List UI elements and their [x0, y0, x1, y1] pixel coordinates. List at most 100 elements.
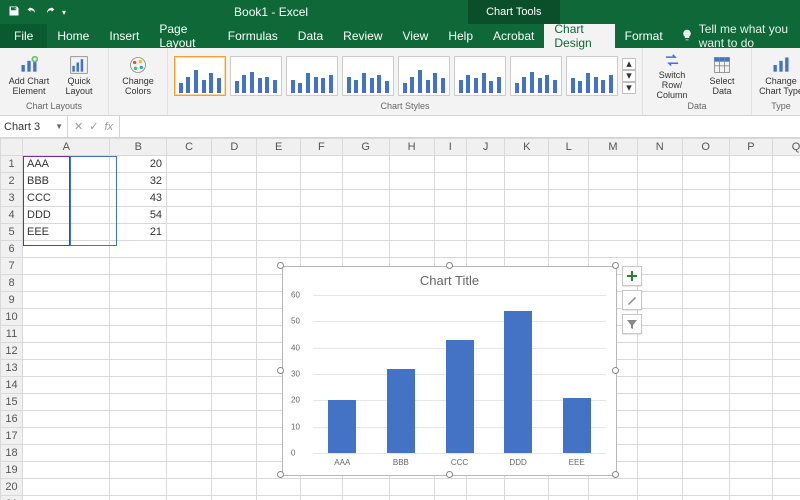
cell[interactable]	[773, 207, 800, 224]
cell[interactable]	[773, 479, 800, 496]
cell[interactable]	[389, 156, 434, 173]
cell[interactable]	[637, 411, 682, 428]
cell[interactable]	[342, 190, 389, 207]
cell[interactable]: DDD	[23, 207, 110, 224]
cell[interactable]	[773, 292, 800, 309]
cell[interactable]	[389, 224, 434, 241]
cell[interactable]	[434, 156, 466, 173]
row-header[interactable]: 18	[1, 445, 23, 462]
cell[interactable]	[637, 360, 682, 377]
switch-row-column-button[interactable]: Switch Row/ Column	[649, 51, 695, 101]
cell[interactable]	[729, 445, 773, 462]
cell[interactable]	[589, 479, 637, 496]
cell[interactable]	[342, 241, 389, 258]
cell[interactable]	[637, 377, 682, 394]
cancel-formula-icon[interactable]: ✕	[74, 120, 83, 133]
cell[interactable]	[729, 224, 773, 241]
col-header[interactable]: O	[682, 139, 729, 156]
cell[interactable]	[23, 428, 110, 445]
cell[interactable]	[342, 479, 389, 496]
cell[interactable]: 32	[110, 173, 167, 190]
col-header[interactable]: A	[23, 139, 110, 156]
cell[interactable]	[729, 343, 773, 360]
cell[interactable]	[682, 496, 729, 500]
cell[interactable]	[682, 224, 729, 241]
cell[interactable]	[300, 173, 342, 190]
cell[interactable]	[773, 445, 800, 462]
cell[interactable]	[110, 258, 167, 275]
cell[interactable]	[589, 224, 637, 241]
gallery-scroll-icon[interactable]: ▴	[622, 58, 636, 70]
cell[interactable]	[637, 224, 682, 241]
cell[interactable]	[773, 326, 800, 343]
row-header[interactable]: 3	[1, 190, 23, 207]
cell[interactable]	[167, 394, 212, 411]
cell[interactable]	[434, 496, 466, 500]
col-header[interactable]: P	[729, 139, 773, 156]
cell[interactable]	[637, 496, 682, 500]
cell[interactable]	[773, 343, 800, 360]
cell[interactable]	[637, 343, 682, 360]
cell[interactable]	[167, 360, 212, 377]
cell[interactable]	[466, 173, 505, 190]
cell[interactable]: BBB	[23, 173, 110, 190]
redo-icon[interactable]	[44, 5, 56, 20]
cell[interactable]	[729, 428, 773, 445]
cell[interactable]	[729, 411, 773, 428]
cell[interactable]	[167, 258, 212, 275]
cell[interactable]	[23, 326, 110, 343]
cell[interactable]	[466, 224, 505, 241]
cell[interactable]	[23, 275, 110, 292]
chevron-down-icon[interactable]: ▼	[55, 122, 63, 131]
row-header[interactable]: 14	[1, 377, 23, 394]
cell[interactable]	[300, 224, 342, 241]
cell[interactable]	[682, 360, 729, 377]
row-header[interactable]: 11	[1, 326, 23, 343]
cell[interactable]	[682, 275, 729, 292]
cell[interactable]	[505, 156, 549, 173]
cell[interactable]	[110, 309, 167, 326]
cell[interactable]	[682, 258, 729, 275]
chart-style-thumb[interactable]	[342, 56, 394, 96]
cell[interactable]	[23, 241, 110, 258]
cell[interactable]	[682, 445, 729, 462]
cell[interactable]	[23, 411, 110, 428]
cell[interactable]	[682, 190, 729, 207]
cell[interactable]	[167, 275, 212, 292]
cell[interactable]	[257, 190, 301, 207]
resize-handle[interactable]	[612, 367, 619, 374]
tab-review[interactable]: Review	[333, 24, 392, 48]
formula-bar[interactable]	[120, 116, 800, 137]
cell[interactable]	[589, 156, 637, 173]
chart-bar[interactable]	[328, 400, 356, 453]
tab-page-layout[interactable]: Page Layout	[149, 24, 217, 48]
cell[interactable]	[167, 326, 212, 343]
cell[interactable]	[23, 479, 110, 496]
cell[interactable]	[682, 207, 729, 224]
cell[interactable]	[729, 360, 773, 377]
tab-view[interactable]: View	[393, 24, 439, 48]
cell[interactable]	[167, 241, 212, 258]
cell[interactable]	[549, 173, 589, 190]
cell[interactable]	[466, 190, 505, 207]
cell[interactable]	[505, 207, 549, 224]
cell[interactable]	[167, 207, 212, 224]
cell[interactable]	[110, 377, 167, 394]
cell[interactable]	[212, 496, 257, 500]
chart-bar[interactable]	[446, 340, 474, 453]
row-header[interactable]: 1	[1, 156, 23, 173]
cell[interactable]	[637, 428, 682, 445]
row-header[interactable]: 7	[1, 258, 23, 275]
name-box[interactable]: Chart 3▼	[0, 116, 68, 137]
cell[interactable]	[342, 496, 389, 500]
cell[interactable]	[729, 292, 773, 309]
cell[interactable]	[682, 394, 729, 411]
cell[interactable]	[167, 292, 212, 309]
cell[interactable]	[212, 275, 257, 292]
cell[interactable]	[682, 428, 729, 445]
cell[interactable]	[167, 428, 212, 445]
cell[interactable]	[682, 343, 729, 360]
chart-style-thumb[interactable]	[510, 56, 562, 96]
tab-format[interactable]: Format	[615, 24, 673, 48]
cell[interactable]	[773, 394, 800, 411]
